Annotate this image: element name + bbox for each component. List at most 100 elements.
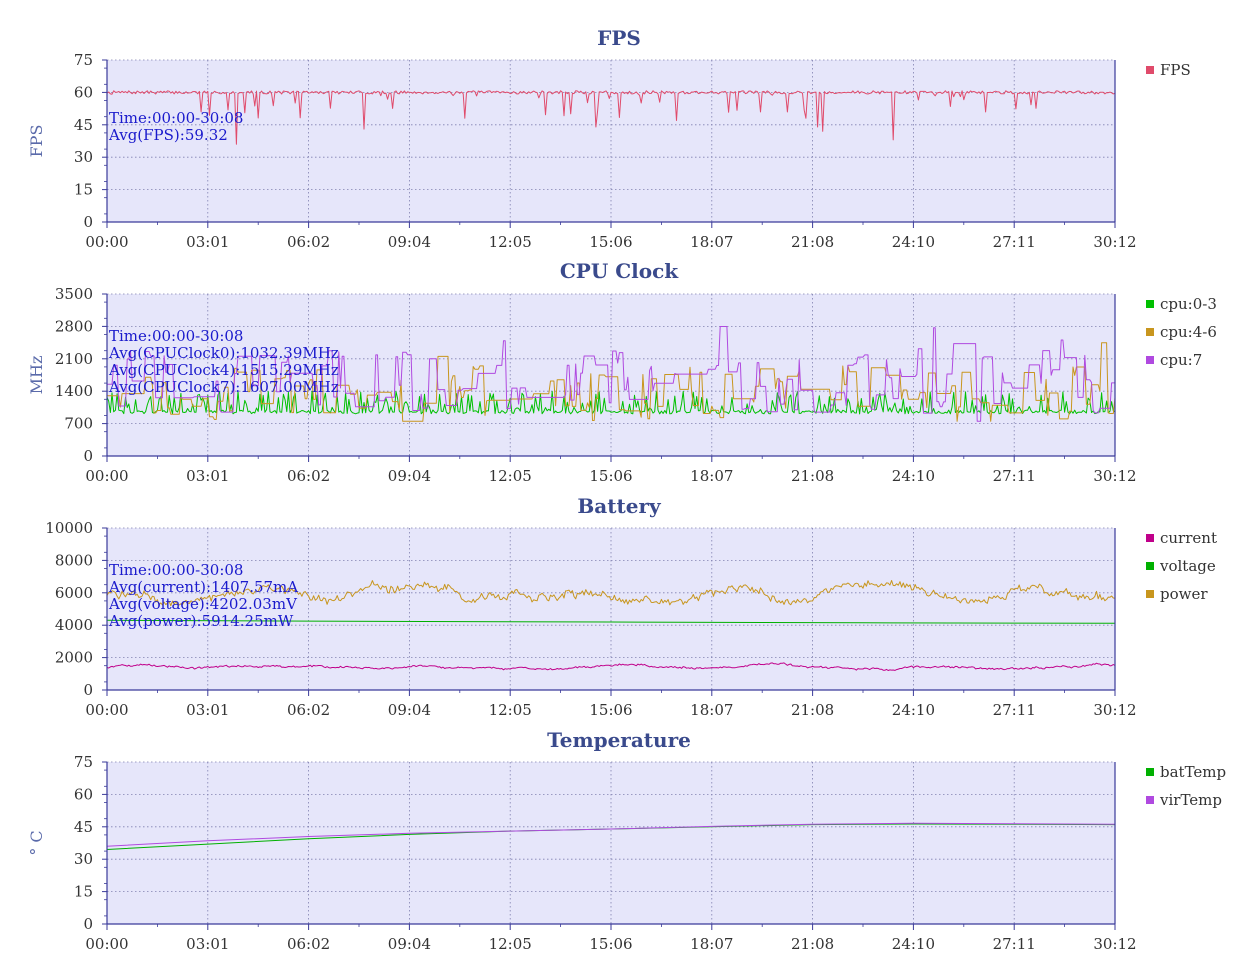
x-tick-label: 18:07	[690, 233, 733, 251]
x-tick-label: 12:05	[489, 935, 532, 953]
x-tick-label: 06:02	[287, 467, 330, 485]
x-tick-label: 06:02	[287, 935, 330, 953]
stats-annotation: Avg(FPS):59.32	[108, 126, 228, 144]
y-tick-label: 0	[83, 681, 93, 699]
y-tick-label: 3500	[55, 285, 93, 303]
chart-panel: Battery current voltage power 0 2000 4000 6000 8…	[45, 494, 1217, 719]
chart-panel: Temperature batTemp virTemp 0 15 30 45 60 75 00:0…	[27, 728, 1226, 953]
legend-swatch	[1146, 328, 1154, 336]
y-tick-label: 2100	[55, 350, 93, 368]
x-tick-label: 00:00	[85, 935, 128, 953]
stats-annotation: Avg(power):5914.25mW	[108, 612, 294, 630]
y-tick-label: 45	[74, 116, 93, 134]
legend-label: batTemp	[1160, 763, 1226, 781]
chart-title: Temperature	[547, 728, 691, 752]
stats-annotation: Avg(current):1407.57mA	[108, 578, 298, 596]
stats-annotation: Time:00:00-30:08	[109, 561, 243, 579]
x-tick-label: 21:08	[791, 467, 834, 485]
stats-annotation: Time:00:00-30:08	[109, 109, 243, 127]
legend-swatch	[1146, 590, 1154, 598]
x-tick-label: 09:04	[388, 701, 431, 719]
x-tick-label: 03:01	[186, 233, 229, 251]
y-tick-label: 30	[74, 148, 93, 166]
performance-dashboard: FPS FPS 0 15 30 45 60 75 00:00 03:01 06:02 09:04 12:…	[27, 26, 1226, 953]
x-tick-label: 03:01	[186, 701, 229, 719]
legend-swatch	[1146, 300, 1154, 308]
legend-label: cpu:7	[1160, 351, 1202, 369]
x-tick-label: 27:11	[993, 233, 1036, 251]
stats-annotation: Avg(voltage):4202.03mV	[108, 595, 298, 613]
legend-swatch	[1146, 562, 1154, 570]
y-tick-label: 0	[83, 447, 93, 465]
legend-swatch	[1146, 356, 1154, 364]
y-tick-label: 0	[83, 915, 93, 933]
y-tick-label: 60	[74, 785, 93, 803]
chart-title: Battery	[577, 494, 662, 518]
y-tick-label: 6000	[55, 584, 93, 602]
legend-swatch	[1146, 534, 1154, 542]
x-tick-label: 30:12	[1093, 233, 1136, 251]
x-tick-label: 12:05	[489, 701, 532, 719]
x-tick-label: 24:10	[892, 701, 935, 719]
stats-annotation: Avg(CPUClock7):1607.00MHz	[108, 378, 339, 396]
x-tick-label: 24:10	[892, 935, 935, 953]
x-tick-label: 21:08	[791, 935, 834, 953]
y-axis-label: ° C	[27, 830, 46, 855]
chart-panel: FPS FPS 0 15 30 45 60 75 00:00 03:01 06:02 09:04 12:…	[27, 26, 1191, 251]
x-tick-label: 00:00	[85, 467, 128, 485]
y-tick-label: 4000	[55, 616, 93, 634]
legend-label: voltage	[1159, 557, 1216, 575]
y-axis-label: FPS	[27, 125, 46, 158]
y-tick-label: 700	[64, 415, 93, 433]
y-tick-label: 75	[74, 753, 93, 771]
legend-label: cpu:0-3	[1160, 295, 1217, 313]
y-tick-label: 1400	[55, 382, 93, 400]
x-tick-label: 21:08	[791, 233, 834, 251]
x-tick-label: 09:04	[388, 467, 431, 485]
x-tick-label: 15:06	[589, 935, 632, 953]
x-tick-label: 24:10	[892, 233, 935, 251]
x-tick-label: 03:01	[186, 935, 229, 953]
x-tick-label: 09:04	[388, 233, 431, 251]
stats-annotation: Avg(CPUClock4):1515.29MHz	[108, 361, 339, 379]
chart-title: FPS	[597, 26, 641, 50]
legend-label: FPS	[1160, 61, 1191, 79]
legend-label: current	[1160, 529, 1217, 547]
legend-swatch	[1146, 768, 1154, 776]
y-tick-label: 10000	[45, 519, 93, 537]
x-tick-label: 12:05	[489, 467, 532, 485]
y-tick-label: 30	[74, 850, 93, 868]
legend-swatch	[1146, 796, 1154, 804]
x-tick-label: 15:06	[589, 233, 632, 251]
y-axis-label: MHz	[27, 356, 46, 395]
y-tick-label: 0	[83, 213, 93, 231]
y-tick-label: 2800	[55, 317, 93, 335]
x-tick-label: 27:11	[993, 701, 1036, 719]
y-tick-label: 15	[74, 181, 93, 199]
x-tick-label: 30:12	[1093, 701, 1136, 719]
y-tick-label: 15	[74, 883, 93, 901]
x-tick-label: 18:07	[690, 467, 733, 485]
x-tick-label: 27:11	[993, 467, 1036, 485]
x-tick-label: 15:06	[589, 467, 632, 485]
stats-annotation: Time:00:00-30:08	[109, 327, 243, 345]
legend-swatch	[1146, 66, 1154, 74]
x-tick-label: 00:00	[85, 233, 128, 251]
x-tick-label: 30:12	[1093, 467, 1136, 485]
x-tick-label: 09:04	[388, 935, 431, 953]
y-tick-label: 45	[74, 818, 93, 836]
x-tick-label: 30:12	[1093, 935, 1136, 953]
x-tick-label: 03:01	[186, 467, 229, 485]
x-tick-label: 24:10	[892, 467, 935, 485]
legend-label: cpu:4-6	[1160, 323, 1217, 341]
legend-label: virTemp	[1159, 791, 1222, 809]
x-tick-label: 06:02	[287, 701, 330, 719]
x-tick-label: 15:06	[589, 701, 632, 719]
x-tick-label: 18:07	[690, 935, 733, 953]
y-tick-label: 8000	[55, 551, 93, 569]
y-tick-label: 60	[74, 83, 93, 101]
stats-annotation: Avg(CPUClock0):1032.39MHz	[108, 344, 339, 362]
x-tick-label: 27:11	[993, 935, 1036, 953]
x-tick-label: 06:02	[287, 233, 330, 251]
legend-label: power	[1160, 585, 1208, 603]
